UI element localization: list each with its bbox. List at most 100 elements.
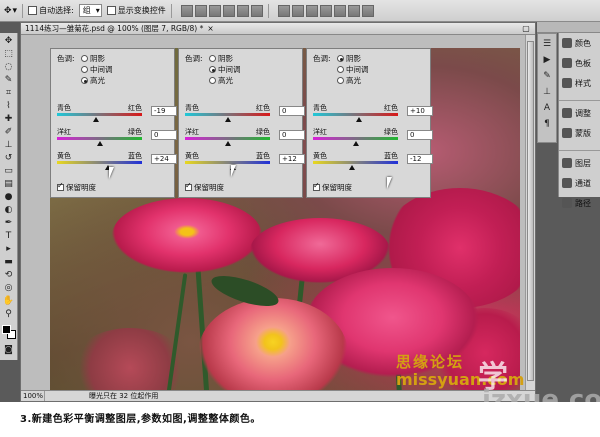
history-brush-tool-icon[interactable]: ↺ [2,152,16,164]
yellow-blue-value[interactable]: -12 [407,154,433,164]
dock-item-color[interactable]: 颜色 [559,33,600,53]
brush-tool-icon[interactable]: ✐ [2,126,16,138]
image-canvas[interactable]: 色调: 阴影 中间调 高光 青色 红色 -19 洋红 绿色 0 黄色 蓝色 +2… [50,48,520,393]
hand-tool-icon[interactable]: ✋ [2,295,16,307]
3d-orbit-tool-icon[interactable]: ◎ [2,282,16,294]
distribute-vcenter-icon[interactable] [291,4,304,17]
dock-item-paths[interactable]: 路径 [559,193,600,213]
show-transform-option[interactable]: 显示变换控件 [106,5,166,16]
zoom-tool-icon[interactable]: ⚲ [2,308,16,320]
scrollbar-thumb[interactable] [527,41,534,381]
magenta-green-slider[interactable]: 洋红 绿色 0 [313,127,433,146]
clone-stamp-tool-icon[interactable]: ⊥ [2,139,16,151]
tone-midtones-option[interactable]: 中间调 [337,64,369,75]
auto-select-checkbox[interactable] [28,6,38,15]
dock-item-layers[interactable]: 图层 [559,153,600,173]
tool-preset-picker[interactable]: ✥ ▾ [4,6,17,16]
eraser-tool-icon[interactable]: ▭ [2,165,16,177]
dock-item-swatches[interactable]: 色板 [559,53,600,73]
magenta-green-track[interactable] [313,137,398,140]
cyan-red-track[interactable] [185,113,270,116]
document-tab[interactable]: 1114练习—雏菊花.psd @ 100% (图层 7, RGB/8) * × [21,23,535,35]
align-hcenter-icon[interactable] [236,4,249,17]
paragraph-icon[interactable]: ¶ [540,118,554,130]
move-tool-icon[interactable]: ✥ [2,35,16,47]
status-message[interactable]: 曝光只在 32 位起作用 [45,391,158,401]
tone-highlights-radio[interactable] [337,77,344,84]
character-icon[interactable]: A [540,102,554,114]
slider-knob[interactable] [349,165,355,170]
dodge-tool-icon[interactable]: ◐ [2,204,16,216]
magenta-green-value[interactable]: 0 [151,130,177,140]
pen-tool-icon[interactable]: ✒ [2,217,16,229]
tone-midtones-radio[interactable] [337,66,344,73]
slider-knob[interactable] [225,117,231,122]
slider-knob[interactable] [353,141,359,146]
tone-midtones-radio[interactable] [209,66,216,73]
yellow-blue-slider[interactable]: 黄色 蓝色 +24 [57,151,177,170]
preserve-luminosity-option[interactable]: 保留明度 [57,181,96,193]
tone-midtones-option[interactable]: 中间调 [209,64,241,75]
window-controls[interactable]: ▢ [521,24,531,33]
cyan-red-track[interactable] [313,113,398,116]
preserve-luminosity-checkbox[interactable] [57,181,64,191]
path-select-tool-icon[interactable]: ▸ [2,243,16,255]
cyan-red-slider[interactable]: 青色 红色 +10 [313,103,433,122]
distribute-top-icon[interactable] [277,4,290,17]
magenta-green-slider[interactable]: 洋红 绿色 0 [57,127,177,146]
quick-mask-icon[interactable]: ◙ [2,344,16,356]
type-tool-icon[interactable]: T [2,230,16,242]
magenta-green-track[interactable] [185,137,270,140]
tone-highlights-radio[interactable] [209,77,216,84]
marquee-tool-icon[interactable]: ⬚ [2,48,16,60]
align-top-icon[interactable] [180,4,193,17]
cyan-red-track[interactable] [57,113,142,116]
align-bottom-icon[interactable] [208,4,221,17]
cyan-red-value[interactable]: +10 [407,106,433,116]
zoom-level[interactable]: 100% [21,391,45,401]
tone-shadows-option[interactable]: 阴影 [209,53,233,64]
tone-shadows-option[interactable]: 阴影 [81,53,105,64]
yellow-blue-track[interactable] [185,161,270,164]
distribute-hcenter-icon[interactable] [333,4,346,17]
tone-highlights-option[interactable]: 高光 [81,75,105,86]
slider-knob[interactable] [97,141,103,146]
magenta-green-value[interactable]: 0 [279,130,305,140]
align-vcenter-icon[interactable] [194,4,207,17]
lasso-tool-icon[interactable]: ◌ [2,61,16,73]
preserve-luminosity-option[interactable]: 保留明度 [185,181,224,193]
actions-icon[interactable]: ▶ [540,54,554,66]
yellow-blue-value[interactable]: +12 [279,154,305,164]
dock-item-masks[interactable]: 蒙版 [559,123,600,143]
history-icon[interactable]: ☰ [540,38,554,50]
tone-shadows-option[interactable]: 阴影 [337,53,361,64]
align-right-icon[interactable] [250,4,263,17]
magenta-green-slider[interactable]: 洋红 绿色 0 [185,127,305,146]
vertical-scrollbar[interactable] [525,35,535,391]
clone-source-icon[interactable]: ⊥ [540,86,554,98]
slider-knob[interactable] [225,141,231,146]
tone-highlights-option[interactable]: 高光 [337,75,361,86]
yellow-blue-value[interactable]: +24 [151,154,177,164]
crop-tool-icon[interactable]: ⌗ [2,87,16,99]
tone-shadows-radio[interactable] [81,55,88,62]
yellow-blue-slider[interactable]: 黄色 蓝色 +12 [185,151,305,170]
color-swatches[interactable] [1,325,16,339]
distribute-right-icon[interactable] [347,4,360,17]
slider-knob[interactable] [93,117,99,122]
gradient-tool-icon[interactable]: ▤ [2,178,16,190]
yellow-blue-track[interactable] [313,161,398,164]
auto-select-dropdown[interactable]: 组 [78,4,102,17]
eyedropper-tool-icon[interactable]: ⌇ [2,100,16,112]
preserve-luminosity-option[interactable]: 保留明度 [313,181,352,193]
foreground-color[interactable] [1,325,11,334]
close-icon[interactable]: × [207,24,213,33]
show-transform-checkbox[interactable] [106,6,116,15]
tone-midtones-radio[interactable] [81,66,88,73]
auto-select-option[interactable]: 自动选择: [28,5,74,16]
brushes-icon[interactable]: ✎ [540,70,554,82]
magenta-green-track[interactable] [57,137,142,140]
healing-brush-tool-icon[interactable]: ✚ [2,113,16,125]
cyan-red-slider[interactable]: 青色 红色 0 [185,103,305,122]
tone-midtones-option[interactable]: 中间调 [81,64,113,75]
